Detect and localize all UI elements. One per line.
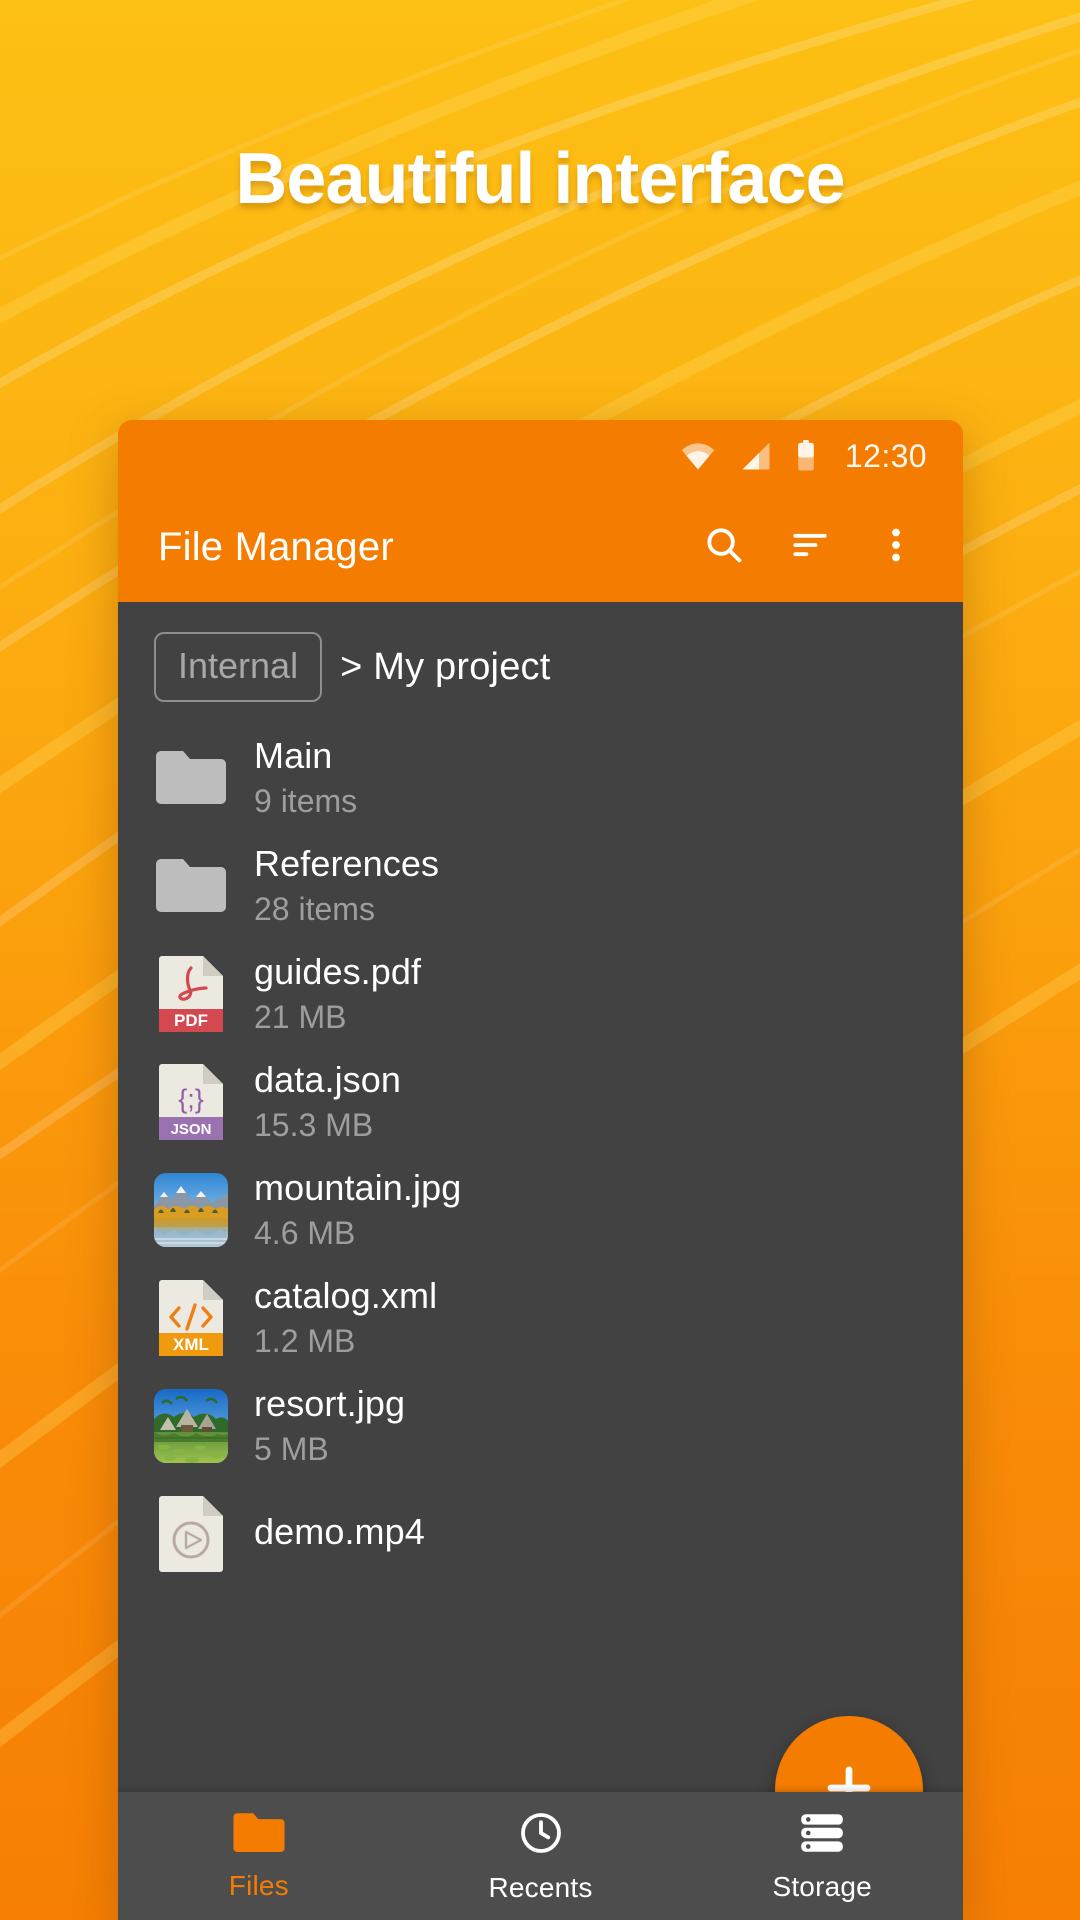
file-subtitle: 9 items (254, 782, 357, 821)
file-subtitle: 21 MB (254, 998, 421, 1037)
file-row[interactable]: PDF guides.pdf 21 MB (118, 940, 963, 1048)
nav-label-recents: Recents (488, 1872, 592, 1904)
file-row[interactable]: demo.mp4 (118, 1480, 963, 1588)
file-name: References (254, 843, 439, 885)
battery-icon (795, 440, 817, 472)
file-subtitle: 28 items (254, 890, 439, 929)
folder-icon (154, 849, 228, 923)
file-name: Main (254, 735, 357, 777)
file-meta: demo.mp4 (254, 1511, 425, 1557)
app-bar: File Manager (118, 492, 963, 602)
nav-label-files: Files (229, 1870, 289, 1902)
overflow-menu-button[interactable] (857, 508, 935, 586)
status-bar-clock: 12:30 (845, 438, 927, 475)
phone-mockup: 12:30 File Manager (118, 420, 963, 1920)
app-bar-actions (685, 508, 935, 586)
xml-badge-label: XML (173, 1335, 209, 1354)
file-browser-content: Internal > My project Main 9 items (118, 602, 963, 1920)
nav-item-recents[interactable]: Recents (400, 1809, 682, 1904)
breadcrumb-root-chip[interactable]: Internal (154, 632, 322, 702)
sort-icon (788, 523, 832, 572)
file-meta: data.json 15.3 MB (254, 1059, 401, 1145)
file-subtitle: 15.3 MB (254, 1106, 401, 1145)
file-subtitle: 1.2 MB (254, 1322, 437, 1361)
file-name: guides.pdf (254, 951, 421, 993)
file-subtitle: 5 MB (254, 1430, 405, 1469)
pdf-file-icon: PDF (154, 957, 228, 1031)
json-badge-label: JSON (171, 1121, 212, 1138)
file-row[interactable]: XML catalog.xml 1.2 MB (118, 1264, 963, 1372)
nav-label-storage: Storage (772, 1871, 871, 1903)
sort-button[interactable] (771, 508, 849, 586)
file-meta: mountain.jpg 4.6 MB (254, 1167, 461, 1253)
storage-icon (797, 1810, 847, 1861)
search-icon (702, 523, 746, 572)
json-glyph: {;} (178, 1084, 204, 1114)
file-row[interactable]: JSON {;} data.json 15.3 MB (118, 1048, 963, 1156)
bottom-navigation: Files Recents (118, 1792, 963, 1920)
file-name: resort.jpg (254, 1383, 405, 1425)
file-name: catalog.xml (254, 1275, 437, 1317)
video-file-icon (154, 1497, 228, 1571)
file-name: demo.mp4 (254, 1511, 425, 1553)
file-meta: guides.pdf 21 MB (254, 951, 421, 1037)
json-file-icon: JSON {;} (154, 1065, 228, 1139)
xml-file-icon: XML (154, 1281, 228, 1355)
image-thumbnail (154, 1389, 228, 1463)
clock-icon (517, 1809, 565, 1862)
pdf-badge-label: PDF (174, 1011, 208, 1030)
file-name: mountain.jpg (254, 1167, 461, 1209)
file-name: data.json (254, 1059, 401, 1101)
breadcrumb: Internal > My project (118, 602, 963, 724)
cellular-signal-icon (739, 441, 773, 471)
status-bar: 12:30 (118, 420, 963, 492)
overflow-menu-icon (874, 523, 918, 572)
file-meta: References 28 items (254, 843, 439, 929)
file-list[interactable]: Main 9 items References 28 items (118, 724, 963, 1588)
file-row[interactable]: Main 9 items (118, 724, 963, 832)
file-meta: Main 9 items (254, 735, 357, 821)
file-row[interactable]: mountain.jpg 4.6 MB (118, 1156, 963, 1264)
breadcrumb-current[interactable]: > My project (340, 646, 550, 689)
folder-icon (154, 741, 228, 815)
app-title: File Manager (158, 525, 685, 570)
folder-icon (232, 1811, 286, 1860)
search-button[interactable] (685, 508, 763, 586)
nav-item-storage[interactable]: Storage (681, 1810, 963, 1903)
file-subtitle: 4.6 MB (254, 1214, 461, 1253)
file-row[interactable]: References 28 items (118, 832, 963, 940)
image-thumbnail (154, 1173, 228, 1247)
promo-headline: Beautiful interface (0, 138, 1080, 220)
file-meta: catalog.xml 1.2 MB (254, 1275, 437, 1361)
file-row[interactable]: resort.jpg 5 MB (118, 1372, 963, 1480)
wifi-icon (679, 441, 717, 471)
nav-item-files[interactable]: Files (118, 1811, 400, 1902)
file-meta: resort.jpg 5 MB (254, 1383, 405, 1469)
